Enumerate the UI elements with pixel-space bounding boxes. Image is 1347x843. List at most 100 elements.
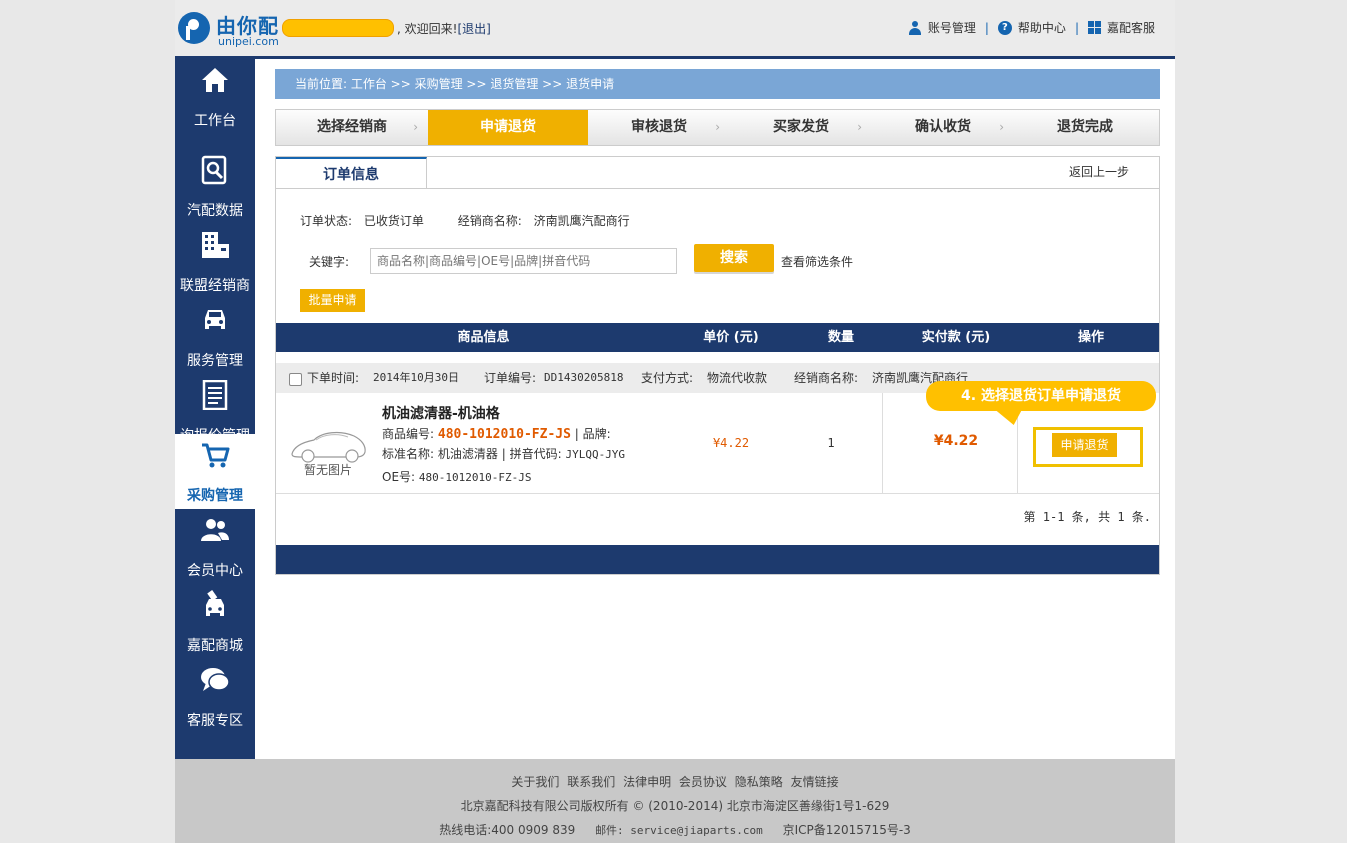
footer-link-agreement[interactable]: 会员协议 (679, 775, 727, 789)
masked-username (282, 19, 394, 37)
users-icon (201, 519, 229, 541)
step-label: 买家发货 (773, 119, 829, 135)
col-unit-price: 单价 (元) (703, 330, 759, 345)
sidebar-item-parts-data[interactable]: 汽配数据 (175, 149, 255, 224)
account-link-label: 账号管理 (927, 21, 976, 35)
std-name-label: 标准名称: (382, 447, 435, 461)
service-link-label: 嘉配客服 (1106, 21, 1155, 35)
home-icon (202, 68, 228, 92)
sidebar-item-members[interactable]: 会员中心 (175, 509, 255, 584)
account-link[interactable]: 账号管理 (908, 19, 976, 36)
site-footer: 关于我们 联系我们 法律申明 会员协议 隐私策略 友情链接 北京嘉配科技有限公司… (175, 759, 1175, 843)
welcome-message: , 欢迎回来! (397, 22, 458, 36)
search-button[interactable]: 搜索 (694, 244, 774, 272)
order-time-value: 2014年10月30日 (373, 371, 459, 384)
table-footer-bar (276, 545, 1159, 574)
payment-value: 物流代收款 (707, 371, 768, 385)
footer-link-about[interactable]: 关于我们 (511, 775, 559, 789)
pinyin-value: JYLQQ-JYG (565, 448, 626, 461)
footer-link-privacy[interactable]: 隐私策略 (735, 775, 783, 789)
user-icon (908, 20, 922, 35)
std-name-value: 机油滤清器 (437, 447, 498, 461)
help-link[interactable]: ? 帮助中心 (997, 19, 1066, 36)
step-label: 申请退货 (480, 119, 536, 135)
breadcrumb: 当前位置: 工作台 >> 采购管理 >> 退货管理 >> 退货申请 (275, 69, 1160, 99)
sidebar-item-label: 服务管理 (187, 353, 243, 369)
footer-link-friends[interactable]: 友情链接 (791, 775, 839, 789)
product-oe-line: OE号: 480-1012010-FZ-JS (382, 468, 532, 485)
car-tag-icon (206, 590, 224, 616)
payment-label: 支付方式: (641, 371, 694, 385)
sidebar: 工作台 汽配数据 联盟经销商 服务管理 询报价管理 采购管理 会员中心 嘉配商 (175, 59, 255, 759)
footer-link-legal[interactable]: 法律申明 (623, 775, 671, 789)
batch-apply-button[interactable]: 批量申请 (300, 289, 365, 312)
top-links: 账号管理 | ? 帮助中心 | 嘉配客服 (908, 19, 1155, 36)
product-code-label: 商品编号: (382, 427, 435, 441)
sidebar-item-label: 嘉配商城 (187, 638, 243, 654)
sidebar-item-purchase[interactable]: 采购管理 (175, 434, 255, 509)
document-list-icon (202, 380, 228, 410)
brand-label: | 品牌: (574, 427, 611, 441)
help-icon: ? (997, 20, 1012, 35)
status-label: 订单状态: (300, 214, 353, 228)
col-action: 操作 (1077, 330, 1104, 345)
divider (882, 393, 883, 493)
step-label: 确认收货 (915, 119, 971, 135)
divider: | (1074, 20, 1079, 35)
product-name[interactable]: 机油滤清器-机油格 (382, 403, 500, 423)
hotline: 热线电话:400 0909 839 (439, 823, 576, 837)
col-product-info: 商品信息 (457, 330, 510, 345)
sidebar-item-customer-service[interactable]: 客服专区 (175, 659, 255, 734)
icp: 京ICP备12015715号-3 (782, 823, 911, 837)
sidebar-item-label: 会员中心 (187, 563, 243, 579)
dealer-value: 济南凯鹰汽配商行 (533, 214, 630, 228)
col-quantity: 数量 (827, 330, 854, 345)
step-return-complete: 退货完成 (1014, 110, 1156, 145)
copyright: 北京嘉配科技有限公司版权所有 © (2010-2014) 北京市海淀区善缘街1号… (460, 799, 890, 813)
chevron-right-icon: › (999, 120, 1004, 134)
sidebar-item-service[interactable]: 服务管理 (175, 299, 255, 374)
order-no-value: DD1430205818 (544, 371, 624, 384)
tab-order-info[interactable]: 订单信息 (276, 157, 427, 188)
tutorial-callout: 4. 选择退货订单申请退货 (926, 381, 1156, 411)
sidebar-item-alliance-dealers[interactable]: 联盟经销商 (175, 224, 255, 299)
chevron-right-icon: › (857, 120, 862, 134)
breadcrumb-text: 当前位置: 工作台 >> 采购管理 >> 退货管理 >> 退货申请 (295, 77, 615, 91)
order-checkbox[interactable] (289, 373, 302, 386)
product-code-value: 480-1012010-FZ-JS (437, 427, 571, 442)
chevron-right-icon: › (413, 120, 418, 134)
col-paid: 实付款 (元) (921, 330, 991, 345)
logo[interactable]: 由你配 unipei.com (178, 10, 298, 50)
oe-value: 480-1012010-FZ-JS (418, 471, 532, 484)
unit-price: ¥4.22 (712, 436, 750, 450)
help-link-label: 帮助中心 (1017, 21, 1066, 35)
oe-label: OE号: (382, 470, 416, 484)
sidebar-item-label: 客服专区 (187, 713, 243, 729)
welcome-text: , 欢迎回来![退出] (397, 20, 491, 37)
no-image-label: 暂无图片 (304, 463, 353, 477)
divider: | (984, 20, 989, 35)
order-panel: 订单信息 返回上一步 订单状态: 已收货订单 经销商名称: 济南凯鹰汽配商行 关… (275, 156, 1160, 575)
back-link[interactable]: 返回上一步 (1069, 163, 1129, 180)
step-apply-return: 申请退货 (428, 110, 588, 145)
filter-conditions-link[interactable]: 查看筛选条件 (781, 253, 853, 270)
sidebar-item-label: 采购管理 (187, 488, 243, 504)
page: 由你配 unipei.com , 欢迎回来![退出] 账号管理 | ? 帮助中心… (175, 0, 1175, 843)
grid-icon (1087, 21, 1101, 34)
search-doc-icon (201, 155, 227, 185)
sidebar-item-mall[interactable]: 嘉配商城 (175, 584, 255, 659)
sidebar-item-label: 工作台 (194, 113, 236, 129)
service-link[interactable]: 嘉配客服 (1087, 19, 1155, 36)
keyword-input[interactable] (370, 248, 677, 274)
logout-link[interactable]: [退出] (457, 22, 490, 36)
cart-icon (202, 443, 230, 468)
sidebar-item-workbench[interactable]: 工作台 (175, 59, 255, 134)
paid-amount: ¥4.22 (933, 433, 979, 449)
logo-mark-icon (178, 12, 210, 44)
dealer-label: 经销商名称: (457, 214, 522, 228)
apply-return-button[interactable]: 申请退货 (1052, 433, 1117, 457)
step-label: 选择经销商 (317, 119, 387, 135)
contact-info: 热线电话:400 0909 839 邮件: service@jiaparts.c… (175, 821, 1175, 838)
email: 邮件: service@jiaparts.com (595, 824, 763, 837)
footer-link-contact[interactable]: 联系我们 (567, 775, 615, 789)
